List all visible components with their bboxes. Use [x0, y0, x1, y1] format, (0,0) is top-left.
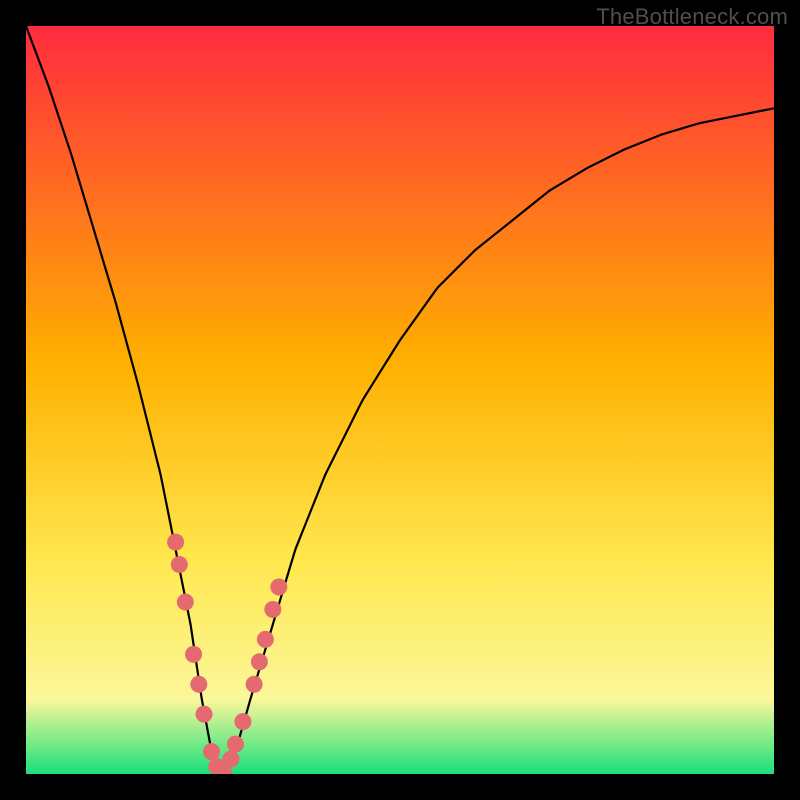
marker-dot: [227, 736, 244, 753]
marker-dot: [251, 653, 268, 670]
marker-dot: [246, 676, 263, 693]
marker-dot: [196, 706, 213, 723]
chart-svg: [26, 26, 774, 774]
marker-dot: [234, 713, 251, 730]
chart-frame: TheBottleneck.com: [0, 0, 800, 800]
marker-dot: [203, 743, 220, 760]
marker-dot: [185, 646, 202, 663]
plot-area: [26, 26, 774, 774]
marker-dot: [171, 556, 188, 573]
marker-dot: [264, 601, 281, 618]
marker-dot: [257, 631, 274, 648]
marker-dot: [190, 676, 207, 693]
marker-dot: [167, 534, 184, 551]
marker-dot: [222, 751, 239, 768]
marker-dot: [270, 579, 287, 596]
gradient-background: [26, 26, 774, 774]
marker-dot: [177, 593, 194, 610]
